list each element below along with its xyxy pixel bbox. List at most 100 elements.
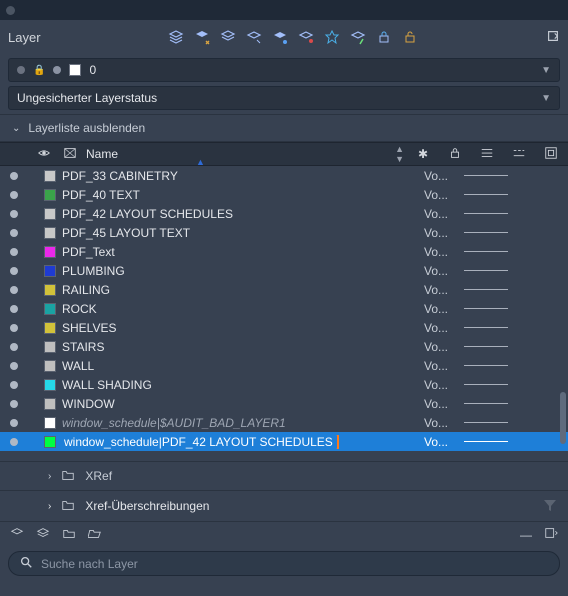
column-lineweight-icon[interactable] — [474, 146, 500, 163]
current-layer-index: 0 — [89, 63, 96, 77]
layer-lineweight — [464, 251, 508, 252]
layer-tool-lock-icon[interactable] — [376, 29, 392, 45]
layer-name: WINDOW — [62, 397, 418, 411]
column-properties-icon[interactable] — [538, 146, 564, 163]
layer-status-dot — [10, 305, 18, 313]
layer-lineweight — [464, 365, 508, 366]
column-linetype-icon[interactable] — [506, 146, 532, 163]
layer-tool-2-icon[interactable] — [194, 29, 210, 45]
layer-row[interactable]: WALL SHADINGVo... — [0, 375, 568, 394]
column-plot-icon[interactable]: ✱ — [410, 147, 436, 161]
layer-list[interactable]: PDF_33 CABINETRYVo...PDF_40 TEXTVo...PDF… — [0, 166, 568, 451]
minimize-icon[interactable]: — — [520, 528, 532, 542]
layer-color-swatch[interactable] — [44, 208, 56, 220]
panel-title: Layer — [8, 30, 41, 45]
layer-color-swatch[interactable] — [44, 360, 56, 372]
layer-linetype: Vo... — [424, 207, 458, 221]
layer-row[interactable]: PDF_TextVo... — [0, 242, 568, 261]
column-lock-icon[interactable] — [442, 146, 468, 163]
layer-lineweight — [464, 175, 508, 176]
layer-color-swatch[interactable] — [44, 227, 56, 239]
panel-collapse-icon[interactable] — [546, 29, 560, 46]
settings-menu-icon[interactable] — [544, 526, 558, 543]
new-layer-vp-icon[interactable] — [36, 526, 50, 543]
layer-tool-7-icon[interactable] — [324, 29, 340, 45]
layer-row[interactable]: PDF_42 LAYOUT SCHEDULESVo... — [0, 204, 568, 223]
layer-color-swatch[interactable] — [44, 398, 56, 410]
layer-tool-6-icon[interactable] — [298, 29, 314, 45]
folder-icon — [61, 468, 75, 485]
current-layer-swatch — [69, 64, 81, 76]
layer-tool-4-icon[interactable] — [246, 29, 262, 45]
layer-linetype: Vo... — [424, 416, 458, 430]
layer-row[interactable]: PLUMBINGVo... — [0, 261, 568, 280]
layer-row[interactable]: WALLVo... — [0, 356, 568, 375]
layer-color-swatch[interactable] — [44, 379, 56, 391]
layer-row[interactable]: window_schedule|$AUDIT_BAD_LAYER1Vo... — [0, 413, 568, 432]
current-layer-dropdown[interactable]: 🔒 0 ▼ — [8, 58, 560, 82]
column-name-label: Name — [86, 147, 118, 161]
layer-name: PDF_40 TEXT — [62, 188, 418, 202]
layer-status-dot — [10, 419, 18, 427]
column-name[interactable]: Name ▲ ▲▼ — [86, 144, 404, 164]
layer-name: PDF_45 LAYOUT TEXT — [62, 226, 418, 240]
layer-row[interactable]: PDF_40 TEXTVo... — [0, 185, 568, 204]
xref-section[interactable]: › XRef — [0, 462, 568, 490]
lock-icon: 🔒 — [33, 65, 45, 76]
layer-color-swatch[interactable] — [44, 436, 56, 448]
layer-row[interactable]: WINDOW Vo... — [0, 394, 568, 413]
open-folder-2-icon[interactable] — [88, 526, 102, 543]
column-visibility-icon[interactable] — [34, 146, 54, 163]
layer-status-dot — [10, 324, 18, 332]
layer-row[interactable]: PDF_45 LAYOUT TEXTVo... — [0, 223, 568, 242]
layer-lineweight — [464, 441, 508, 442]
layer-status-dot — [10, 267, 18, 275]
layer-color-swatch[interactable] — [44, 284, 56, 296]
layer-color-swatch[interactable] — [44, 189, 56, 201]
layer-color-swatch[interactable] — [44, 303, 56, 315]
layer-name: RAILING — [62, 283, 418, 297]
layer-status-dot — [10, 286, 18, 294]
freeze-dot — [53, 66, 61, 74]
layer-linetype: Vo... — [424, 283, 458, 297]
layer-lineweight — [464, 384, 508, 385]
layer-lineweight — [464, 327, 508, 328]
layer-color-swatch[interactable] — [44, 322, 56, 334]
search-bar[interactable] — [8, 551, 560, 576]
scrollbar-thumb[interactable] — [560, 392, 566, 444]
search-icon — [19, 555, 33, 572]
open-folder-1-icon[interactable] — [62, 526, 76, 543]
chevron-right-icon: › — [48, 471, 51, 482]
new-layer-icon[interactable] — [10, 526, 24, 543]
layer-lineweight — [464, 194, 508, 195]
layer-color-swatch[interactable] — [44, 246, 56, 258]
layer-lineweight — [464, 289, 508, 290]
layer-row[interactable]: STAIRSVo... — [0, 337, 568, 356]
layer-tool-3-icon[interactable] — [220, 29, 236, 45]
layer-status-dot — [10, 438, 18, 446]
layerlist-collapser[interactable]: ⌄ Layerliste ausblenden — [0, 114, 568, 142]
search-input[interactable] — [41, 557, 549, 571]
layer-color-swatch[interactable] — [44, 170, 56, 182]
layer-row[interactable]: ROCKVo... — [0, 299, 568, 318]
column-frozen-icon[interactable] — [60, 146, 80, 163]
layer-row[interactable]: RAILING Vo... — [0, 280, 568, 299]
layer-tool-8-icon[interactable] — [350, 29, 366, 45]
layer-status-dropdown[interactable]: Ungesicherter Layerstatus ▼ — [8, 86, 560, 110]
layer-row[interactable]: PDF_33 CABINETRYVo... — [0, 166, 568, 185]
layer-linetype: Vo... — [424, 397, 458, 411]
sort-toggle-icon[interactable]: ▲▼ — [395, 144, 404, 164]
layer-row[interactable]: SHELVESVo... — [0, 318, 568, 337]
layer-color-swatch[interactable] — [44, 417, 56, 429]
layer-row[interactable]: window_schedule|PDF_42 LAYOUT SCHEDULESV… — [0, 432, 568, 451]
layer-tool-5-icon[interactable] — [272, 29, 288, 45]
layer-tool-1-icon[interactable] — [168, 29, 184, 45]
layer-status-label: Ungesicherter Layerstatus — [17, 91, 157, 105]
layer-color-swatch[interactable] — [44, 341, 56, 353]
layer-tool-unlock-icon[interactable] — [402, 29, 418, 45]
layer-color-swatch[interactable] — [44, 265, 56, 277]
layer-status-dot — [10, 172, 18, 180]
filter-icon[interactable] — [542, 497, 560, 515]
layer-lineweight — [464, 346, 508, 347]
layer-status-dot — [10, 191, 18, 199]
